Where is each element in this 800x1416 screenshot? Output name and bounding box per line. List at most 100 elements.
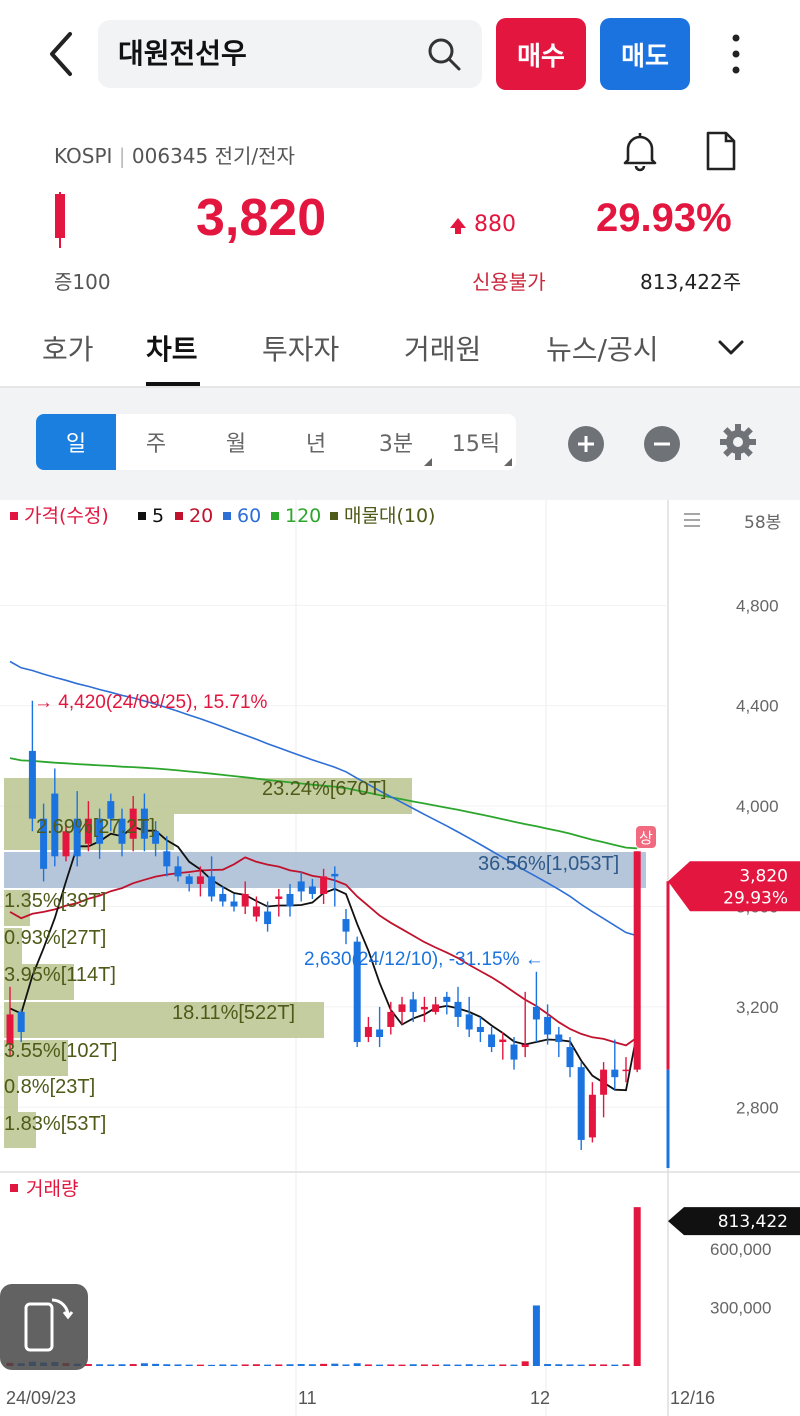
volume-bar xyxy=(96,1364,104,1366)
gear-icon[interactable] xyxy=(718,422,758,462)
back-icon[interactable] xyxy=(40,28,84,80)
mini-candle-icon xyxy=(55,192,65,248)
candle-body xyxy=(476,1026,484,1032)
candle-body xyxy=(420,1006,428,1010)
period-day[interactable]: 일 xyxy=(36,414,116,470)
period-3min[interactable]: 3분 xyxy=(356,414,436,470)
zoom-in-button[interactable] xyxy=(568,426,604,462)
period-15tick[interactable]: 15틱 xyxy=(436,414,516,470)
chevron-down-icon[interactable] xyxy=(716,336,746,360)
volume-tick-label: 300,000 xyxy=(710,1298,771,1317)
search-icon[interactable] xyxy=(424,34,464,74)
volume-bar xyxy=(476,1364,484,1366)
tab-broker[interactable]: 거래원 xyxy=(404,328,481,386)
legend-swatch xyxy=(223,512,231,520)
volume-bar xyxy=(163,1364,171,1366)
margin-rate: 증100 xyxy=(54,270,111,294)
volume-tag-value: 813,422 xyxy=(718,1212,788,1232)
vp-label: 3.55%[102T] xyxy=(4,1040,117,1062)
candle-body xyxy=(364,1026,372,1038)
volume-bar xyxy=(185,1364,193,1366)
candle-body xyxy=(588,1094,596,1138)
sell-button[interactable]: 매도 xyxy=(600,18,690,90)
volume-bar xyxy=(308,1364,316,1366)
volume-bar xyxy=(241,1364,249,1366)
candle-body xyxy=(544,1016,552,1035)
buy-button[interactable]: 매수 xyxy=(496,18,586,90)
tab-orderbook[interactable]: 호가 xyxy=(42,328,94,386)
volume-bar xyxy=(331,1363,339,1366)
volume-bar xyxy=(566,1364,574,1366)
candle-body xyxy=(488,1034,496,1048)
candle-body xyxy=(252,906,260,917)
candle-body xyxy=(633,851,641,1070)
volume-bar xyxy=(174,1364,182,1366)
period-label: 15틱 xyxy=(451,432,501,457)
volume-bar xyxy=(499,1364,507,1366)
candle-body xyxy=(308,886,316,894)
volume-bar xyxy=(107,1364,115,1366)
y-tick-label: 4,000 xyxy=(736,797,779,816)
low-annotation: 2,630(24/12/10), -31.15% ← xyxy=(304,949,544,970)
volume-bar xyxy=(140,1363,148,1366)
candle-body xyxy=(521,1044,529,1048)
market-code: KOSPI | 006345 전기/전자 xyxy=(54,144,295,168)
volume-bar xyxy=(342,1364,350,1366)
volume-bar xyxy=(577,1364,585,1366)
y-tick-label: 3,200 xyxy=(736,998,779,1017)
volume-bar xyxy=(219,1364,227,1366)
candle-body xyxy=(409,999,417,1012)
vp-label: 0.8%[23T] xyxy=(4,1076,95,1098)
legend-swatch xyxy=(175,512,183,520)
candle-body xyxy=(208,876,216,897)
price-tag-pct: 29.93% xyxy=(723,888,788,908)
candle-body xyxy=(376,1029,384,1038)
candle-body xyxy=(432,1004,440,1012)
volume-bar xyxy=(611,1364,619,1366)
x-tick-label: 12 xyxy=(530,1388,550,1408)
tab-investor[interactable]: 투자자 xyxy=(262,328,339,386)
price-change: 880 xyxy=(474,212,516,237)
candle-body xyxy=(331,873,339,877)
period-month[interactable]: 월 xyxy=(196,414,276,470)
price-change-percent: 29.93% xyxy=(596,196,732,240)
period-year[interactable]: 년 xyxy=(276,414,356,470)
volume-bar xyxy=(588,1364,596,1366)
volume-bar xyxy=(420,1364,428,1366)
dropdown-corner-icon xyxy=(504,458,512,466)
volume-bar xyxy=(488,1364,496,1366)
volume-bar xyxy=(297,1364,305,1366)
candle-body xyxy=(622,1069,630,1072)
legend-swatch xyxy=(10,512,18,520)
period-label: 월 xyxy=(225,432,247,457)
volume-bar xyxy=(622,1364,630,1366)
tab-news[interactable]: 뉴스/공시 xyxy=(546,328,658,386)
upper-limit-badge-label: 상 xyxy=(639,829,653,847)
bell-icon[interactable] xyxy=(620,130,660,172)
period-label: 년 xyxy=(305,432,327,457)
legend-swatch xyxy=(330,512,338,520)
candle-body xyxy=(566,1047,574,1068)
rotate-button[interactable] xyxy=(0,1284,88,1370)
candle-body xyxy=(611,1069,619,1078)
volume-bar xyxy=(230,1364,238,1366)
price-chart[interactable]: 23.24%[670T] 2.69%[27.2T] 36.56%[1,053T]… xyxy=(0,500,800,1416)
vp-label: 1.83%[53T] xyxy=(4,1113,106,1135)
candle-body xyxy=(398,1004,406,1012)
period-week[interactable]: 주 xyxy=(116,414,196,470)
more-options-icon[interactable] xyxy=(724,30,748,80)
zoom-out-button[interactable] xyxy=(644,426,680,462)
candle-body xyxy=(577,1067,585,1140)
up-arrow-icon xyxy=(450,218,466,234)
current-price: 3,820 xyxy=(196,189,327,247)
search-input[interactable]: 대원전선우 xyxy=(118,32,247,72)
candle-body xyxy=(28,750,36,819)
candle-body xyxy=(600,1069,608,1095)
tab-chart[interactable]: 차트 xyxy=(146,328,198,386)
volume-bar xyxy=(320,1363,328,1366)
volume-bar xyxy=(118,1364,126,1366)
legend-label: 매물대(10) xyxy=(344,505,435,527)
document-icon[interactable] xyxy=(700,130,740,172)
credit-status: 신용불가 xyxy=(472,270,546,294)
volume-bar xyxy=(208,1364,216,1366)
